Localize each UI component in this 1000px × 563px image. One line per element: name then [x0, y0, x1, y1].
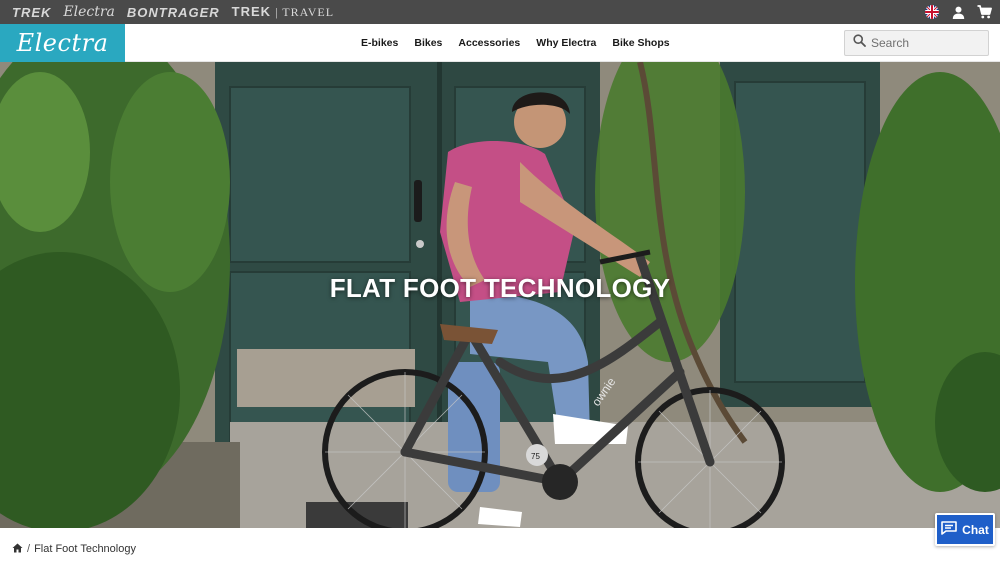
electra-logo[interactable]: Electra [0, 24, 125, 62]
search-input[interactable] [871, 36, 981, 50]
brand-link-electra[interactable]: Electra [63, 4, 115, 20]
brand-link-trek[interactable]: TREK [12, 5, 51, 20]
search-icon [853, 34, 866, 52]
chainring-label: 75 [531, 452, 540, 461]
hero-title: FLAT FOOT TECHNOLOGY [329, 273, 671, 303]
brand-link-bontrager[interactable]: BONTRAGER [127, 5, 220, 20]
brand-trek-travel-part1: TREK [231, 4, 272, 19]
brand-link-trek-travel[interactable]: TREK | TRAVEL [232, 4, 334, 20]
brand-bar-utilities [924, 0, 992, 24]
nav-link-bike-shops[interactable]: Bike Shops [612, 37, 669, 49]
breadcrumb-current: Flat Foot Technology [34, 543, 136, 555]
user-icon[interactable] [950, 4, 966, 20]
cart-icon[interactable] [976, 4, 992, 20]
chat-label: Chat [962, 522, 989, 537]
hero-banner: ownie 75 FLAT FOOT TECHNOLOGY [0, 62, 1000, 528]
nav-link-bikes[interactable]: Bikes [414, 37, 442, 49]
breadcrumb: / Flat Foot Technology [12, 541, 136, 557]
home-icon[interactable] [12, 543, 23, 556]
uk-flag-icon[interactable] [924, 4, 940, 20]
nav-link-ebikes[interactable]: E-bikes [361, 37, 398, 49]
search-box[interactable] [844, 30, 989, 56]
chat-button[interactable]: Chat [935, 513, 995, 546]
breadcrumb-separator: / [27, 543, 31, 555]
nav-link-why-electra[interactable]: Why Electra [536, 37, 596, 49]
main-nav: Electra E-bikes Bikes Accessories Why El… [0, 24, 1000, 62]
nav-links: E-bikes Bikes Accessories Why Electra Bi… [361, 24, 670, 62]
brand-bar: TREK Electra BONTRAGER TREK | TRAVEL [0, 0, 1000, 24]
brand-trek-travel-part2: | [271, 5, 283, 19]
nav-link-accessories[interactable]: Accessories [458, 37, 520, 49]
chat-bubble-icon [941, 521, 957, 538]
brand-trek-travel-part3: TRAVEL [282, 5, 335, 19]
